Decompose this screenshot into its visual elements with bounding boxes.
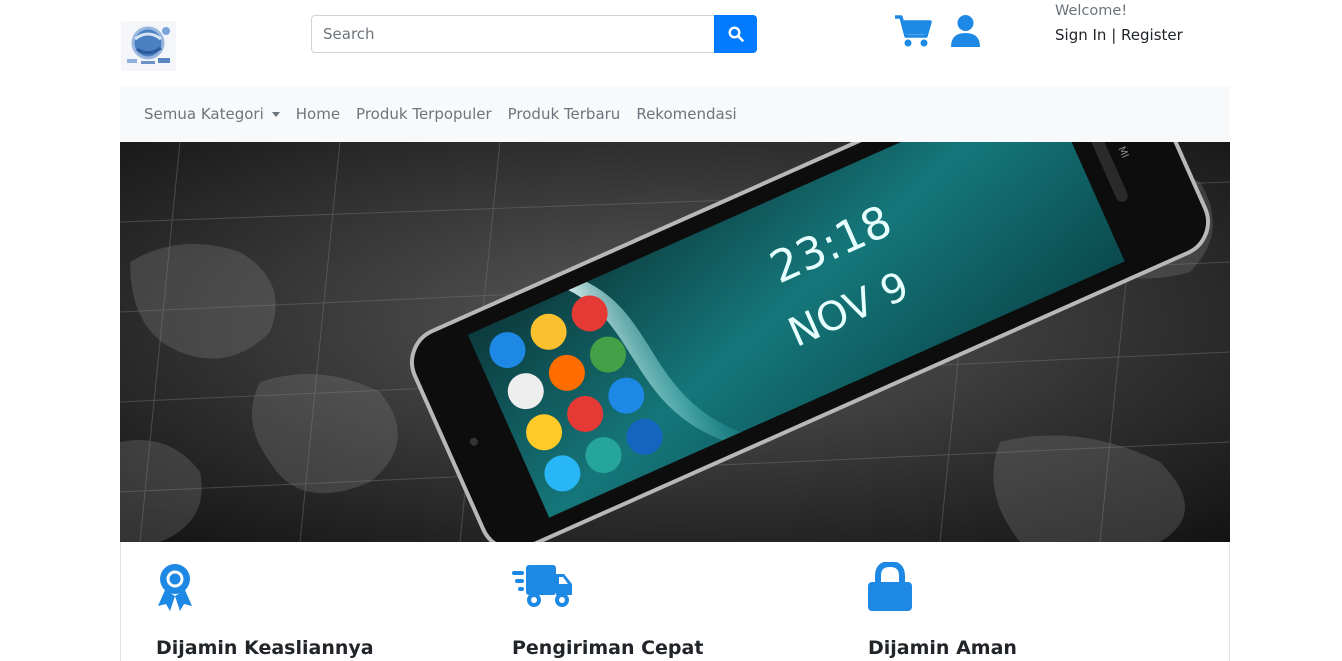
nav-item-newest-products[interactable]: Produk Terbaru xyxy=(508,105,621,123)
chevron-down-icon xyxy=(271,112,280,117)
search-button[interactable] xyxy=(714,15,757,53)
sign-in-link[interactable]: Sign In xyxy=(1055,26,1106,44)
welcome-text: Welcome! xyxy=(1055,3,1128,19)
header: Welcome! Sign In | Register xyxy=(0,0,1342,86)
feature-section: Dijamin Keasliannya Pengiriman Cepat Dij… xyxy=(120,542,1230,661)
lock-icon xyxy=(868,560,912,616)
search-bar xyxy=(311,15,757,53)
hero-banner: 23:18 NOV 9 MI xyxy=(120,142,1230,542)
search-icon xyxy=(727,26,744,42)
user-icon[interactable] xyxy=(950,14,981,48)
nav-all-categories-dropdown[interactable]: Semua Kategori xyxy=(144,105,280,123)
register-link[interactable]: Register xyxy=(1121,26,1183,44)
cart-icon[interactable] xyxy=(894,14,932,48)
hero-smartphone-image: 23:18 NOV 9 MI xyxy=(120,142,1230,542)
feature-authenticity: Dijamin Keasliannya xyxy=(156,542,496,661)
award-ribbon-icon xyxy=(156,562,194,616)
main-navbar: Semua Kategori Home Produk Terpopuler Pr… xyxy=(120,86,1230,142)
feature-title: Dijamin Keasliannya xyxy=(156,637,374,659)
auth-links: Sign In | Register xyxy=(1055,26,1183,44)
nav-item-label: Semua Kategori xyxy=(144,105,264,123)
nav-item-popular-products[interactable]: Produk Terpopuler xyxy=(356,105,492,123)
nav-item-home[interactable]: Home xyxy=(296,105,340,123)
auth-separator: | xyxy=(1111,26,1117,44)
feature-fast-shipping: Pengiriman Cepat xyxy=(512,542,852,661)
shipping-truck-icon xyxy=(512,562,574,616)
feature-title: Dijamin Aman xyxy=(868,637,1017,659)
search-input[interactable] xyxy=(311,15,714,53)
site-logo[interactable] xyxy=(121,21,176,71)
nav-item-recommendations[interactable]: Rekomendasi xyxy=(636,105,736,123)
feature-secure: Dijamin Aman xyxy=(868,542,1208,661)
feature-title: Pengiriman Cepat xyxy=(512,637,704,659)
